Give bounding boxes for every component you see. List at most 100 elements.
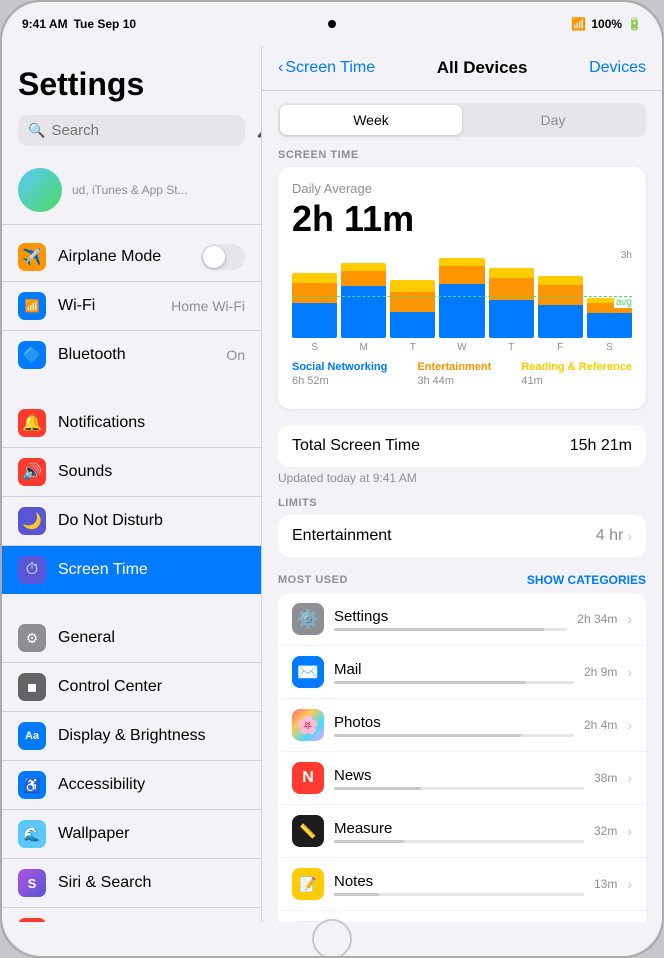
bar-entertainment-wed bbox=[439, 266, 484, 284]
limits-section-label: LIMITS bbox=[278, 497, 646, 509]
user-info: ud, iTunes & App St... bbox=[72, 183, 245, 197]
status-bar-left: 9:41 AM Tue Sep 10 bbox=[22, 17, 136, 31]
bar-reading-wed bbox=[439, 258, 484, 266]
daily-average-card: Daily Average 2h 11m 3h avg bbox=[278, 167, 646, 409]
nav-action-button[interactable]: Devices bbox=[589, 59, 646, 77]
mail-app-bar-fill bbox=[334, 681, 526, 684]
sidebar-item-sounds[interactable]: 🔊 Sounds bbox=[2, 448, 261, 497]
bar-group-fri: F bbox=[538, 276, 583, 353]
app-item-photos[interactable]: 🌸 Photos 2h 4m › bbox=[278, 699, 646, 752]
notes-chevron: › bbox=[627, 876, 632, 892]
news-app-bar bbox=[334, 787, 584, 790]
camera-dot bbox=[328, 20, 336, 28]
notes-app-bar-fill bbox=[334, 893, 379, 896]
sidebar-item-airplane[interactable]: ✈️ Airplane Mode bbox=[2, 233, 261, 282]
total-label: Total Screen Time bbox=[292, 437, 420, 455]
show-categories-button[interactable]: SHOW CATEGORIES bbox=[527, 573, 646, 587]
bluetooth-icon: 🔷 bbox=[18, 341, 46, 369]
notes-app-info: Notes bbox=[334, 873, 584, 896]
category-entertainment-name: Entertainment bbox=[417, 361, 491, 373]
measure-chevron: › bbox=[627, 823, 632, 839]
category-reading: Reading & Reference 41m bbox=[521, 361, 632, 387]
tab-day[interactable]: Day bbox=[462, 105, 644, 135]
app-item-mail[interactable]: ✉️ Mail 2h 9m › bbox=[278, 646, 646, 699]
sidebar-item-bluetooth[interactable]: 🔷 Bluetooth On bbox=[2, 331, 261, 379]
tab-week[interactable]: Week bbox=[280, 105, 462, 135]
limit-right: 4 hr › bbox=[596, 527, 632, 545]
battery-icon: 🔋 bbox=[627, 17, 642, 31]
photos-app-icon: 🌸 bbox=[292, 709, 324, 741]
airplane-toggle[interactable] bbox=[201, 244, 245, 270]
mail-chevron: › bbox=[627, 664, 632, 680]
mail-app-time: 2h 9m bbox=[584, 665, 617, 679]
app-item-settings[interactable]: ⚙️ Settings 2h 34m › bbox=[278, 593, 646, 646]
measure-app-bar bbox=[334, 840, 584, 843]
wallpaper-icon: 🌊 bbox=[18, 820, 46, 848]
user-profile[interactable]: ud, iTunes & App St... bbox=[2, 156, 261, 225]
search-input[interactable] bbox=[51, 122, 250, 139]
measure-app-bar-fill bbox=[334, 840, 404, 843]
sidebar-item-screentime[interactable]: ⏱ Screen Time bbox=[2, 546, 261, 594]
photos-app-bar bbox=[334, 734, 574, 737]
search-icon: 🔍 bbox=[28, 122, 45, 139]
sidebar-item-donotdisturb[interactable]: 🌙 Do Not Disturb bbox=[2, 497, 261, 546]
sidebar-item-controlcenter[interactable]: ◼ Control Center bbox=[2, 663, 261, 712]
donotdisturb-label: Do Not Disturb bbox=[58, 512, 245, 530]
photos-app-bar-fill bbox=[334, 734, 521, 737]
sidebar-item-accessibility[interactable]: ♿ Accessibility bbox=[2, 761, 261, 810]
bar-day-fri: F bbox=[557, 342, 563, 353]
bar-entertainment-mon bbox=[341, 271, 386, 286]
sidebar-item-notifications[interactable]: 🔔 Notifications bbox=[2, 399, 261, 448]
wifi-value: Home Wi-Fi bbox=[171, 298, 245, 314]
notifications-label: Notifications bbox=[58, 414, 245, 432]
updated-text: Updated today at 9:41 AM bbox=[278, 471, 646, 485]
sidebar-item-wifi[interactable]: 📶 Wi-Fi Home Wi-Fi bbox=[2, 282, 261, 331]
sidebar-item-wallpaper[interactable]: 🌊 Wallpaper bbox=[2, 810, 261, 859]
notes-app-icon: 📝 bbox=[292, 868, 324, 900]
app-item-measure[interactable]: 📏 Measure 32m › bbox=[278, 805, 646, 858]
category-social: Social Networking 6h 52m bbox=[292, 361, 387, 387]
avg-line: avg bbox=[292, 296, 632, 308]
category-entertainment-time: 3h 44m bbox=[417, 375, 491, 387]
bluetooth-label: Bluetooth bbox=[58, 346, 214, 364]
nav-back-label[interactable]: Screen Time bbox=[285, 59, 375, 77]
mail-app-name: Mail bbox=[334, 661, 574, 678]
controlcenter-label: Control Center bbox=[58, 678, 245, 696]
home-indicator bbox=[2, 922, 662, 956]
sounds-label: Sounds bbox=[58, 463, 245, 481]
sidebar-title: Settings bbox=[18, 66, 245, 103]
measure-app-icon: 📏 bbox=[292, 815, 324, 847]
chart-labels: Social Networking 6h 52m Entertainment 3… bbox=[292, 361, 632, 387]
displaybrightness-label: Display & Brightness bbox=[58, 727, 245, 745]
displaybrightness-icon: Aa bbox=[18, 722, 46, 750]
news-app-name: News bbox=[334, 767, 584, 784]
sidebar-item-displaybrightness[interactable]: Aa Display & Brightness bbox=[2, 712, 261, 761]
nav-title: All Devices bbox=[437, 58, 528, 78]
mail-app-info: Mail bbox=[334, 661, 574, 684]
bar-day-sun: S bbox=[311, 342, 318, 353]
sidebar-item-touchid[interactable]: 👆 Touch ID & Passcode bbox=[2, 908, 261, 922]
bar-reading-tue bbox=[390, 280, 435, 292]
app-item-notes[interactable]: 📝 Notes 13m › bbox=[278, 858, 646, 911]
app-item-news[interactable]: N News 38m › bbox=[278, 752, 646, 805]
app-list: ⚙️ Settings 2h 34m › ✉️ Mail bbox=[278, 593, 646, 922]
accessibility-label: Accessibility bbox=[58, 776, 245, 794]
accessibility-icon: ♿ bbox=[18, 771, 46, 799]
bar-day-tue: T bbox=[410, 342, 416, 353]
limit-item-entertainment[interactable]: Entertainment 4 hr › bbox=[278, 515, 646, 557]
airplane-label: Airplane Mode bbox=[58, 248, 189, 266]
general-label: General bbox=[58, 629, 245, 647]
device-frame: 9:41 AM Tue Sep 10 📶 100% 🔋 Settings 🔍 🎤 bbox=[2, 2, 662, 956]
nav-back-button[interactable]: ‹ Screen Time bbox=[278, 59, 375, 77]
controlcenter-icon: ◼ bbox=[18, 673, 46, 701]
wifi-icon-sidebar: 📶 bbox=[18, 292, 46, 320]
photos-app-info: Photos bbox=[334, 714, 574, 737]
sidebar-item-siri[interactable]: S Siri & Search bbox=[2, 859, 261, 908]
search-box[interactable]: 🔍 🎤 bbox=[18, 115, 245, 146]
notes-app-time: 13m bbox=[594, 877, 617, 891]
time-period-selector[interactable]: Week Day bbox=[278, 103, 646, 137]
screentime-section-label: SCREEN TIME bbox=[278, 149, 646, 161]
sidebar-item-general[interactable]: ⚙ General bbox=[2, 614, 261, 663]
status-bar: 9:41 AM Tue Sep 10 📶 100% 🔋 bbox=[2, 2, 662, 46]
home-button[interactable] bbox=[312, 919, 352, 956]
